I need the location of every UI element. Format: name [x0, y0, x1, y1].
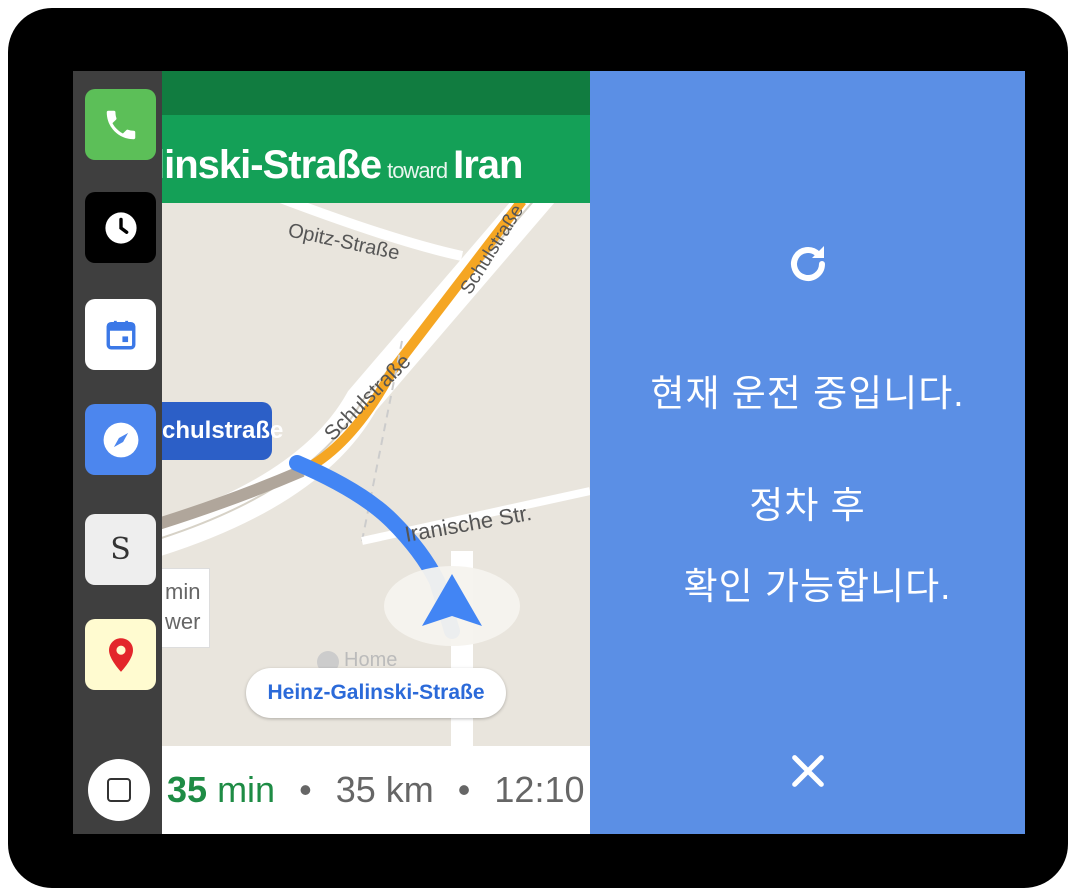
eta-duration-value: 35	[167, 769, 208, 810]
eta-bar[interactable]: 35 min • 35 km • 12:10	[162, 746, 590, 834]
poi-line-2: wer	[165, 609, 201, 634]
s-app[interactable]: S	[85, 514, 156, 585]
navigation-app[interactable]	[85, 404, 156, 475]
square-icon	[107, 778, 131, 802]
destination-label[interactable]: Heinz-Galinski-Straße	[246, 668, 506, 718]
app-dock: S	[73, 71, 162, 834]
phone-icon	[106, 110, 135, 139]
banner-destination: Iran	[453, 143, 523, 187]
eta-separator: •	[299, 769, 312, 810]
refresh-button[interactable]	[778, 234, 838, 294]
refresh-icon	[791, 246, 825, 281]
turn-banner[interactable]: linski-Straße toward Iran	[162, 115, 590, 203]
phone-app[interactable]	[85, 89, 156, 160]
close-button[interactable]	[778, 741, 838, 801]
calendar-icon	[106, 320, 135, 349]
close-icon	[792, 755, 824, 787]
clock-app[interactable]	[85, 192, 156, 263]
map-pin-icon	[108, 637, 133, 672]
poi-card[interactable]: min wer	[162, 568, 210, 648]
banner-street-name: linski-Straße	[162, 143, 382, 187]
stop-message-line1: 정차 후	[749, 485, 866, 526]
banner-toward-label: toward	[387, 158, 448, 183]
navigation-map[interactable]: linski-Straße toward Iran Opitz-Straße Sch…	[162, 71, 590, 834]
clock-icon	[104, 211, 137, 244]
letter-s-icon: S	[110, 532, 131, 567]
current-street-label: chulstraße	[162, 402, 283, 460]
compass-icon	[103, 422, 138, 457]
home-button[interactable]	[88, 759, 150, 821]
eta-distance: 35 km	[335, 769, 434, 810]
calendar-app[interactable]	[85, 299, 156, 370]
stop-message-line2: 확인 가능합니다.	[683, 566, 952, 607]
eta-arrival: 12:10	[494, 769, 585, 810]
driving-lock-panel: 현재 운전 중입니다. 정차 후 확인 가능합니다.	[590, 71, 1025, 834]
carplay-screen: S linski-Straße toward Iran Opitz-Straße…	[73, 71, 1025, 834]
eta-separator: •	[457, 769, 471, 810]
eta-duration-unit: min	[217, 769, 276, 810]
poi-line-1: min	[165, 579, 201, 604]
status-bar	[162, 71, 590, 115]
driving-message: 현재 운전 중입니다.	[650, 373, 965, 414]
maps-app[interactable]	[85, 619, 156, 690]
